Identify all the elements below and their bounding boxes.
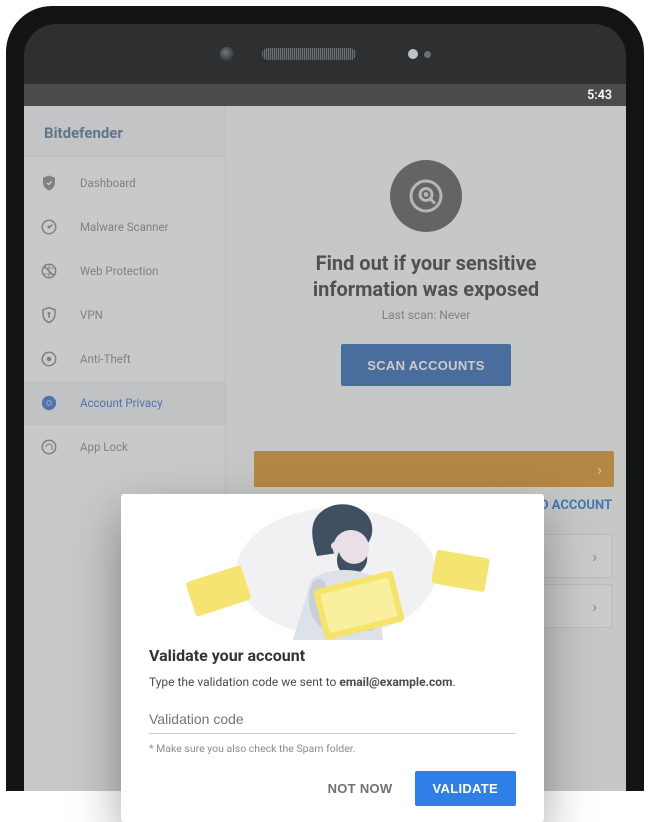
dialog-title: Validate your account xyxy=(149,646,516,665)
brand-title: Bitdefender xyxy=(24,106,225,157)
dialog-email: email@example.com xyxy=(339,675,452,689)
dialog-description: Type the validation code we sent to emai… xyxy=(149,675,516,689)
main-heading-line2: information was exposed xyxy=(313,277,539,301)
globe-blocked-icon xyxy=(40,262,58,280)
dialog-desc-prefix: Type the validation code we sent to xyxy=(149,675,339,689)
chevron-right-icon: › xyxy=(592,547,597,566)
dialog-illustration xyxy=(121,494,544,640)
sidebar-item-account-privacy[interactable]: Account Privacy xyxy=(24,381,225,425)
sidebar-item-label: Web Protection xyxy=(80,264,158,278)
scan-accounts-button[interactable]: SCAN ACCOUNTS xyxy=(341,344,511,386)
radar-icon xyxy=(40,218,58,236)
main-heading: Find out if your sensitive information w… xyxy=(313,250,539,302)
sidebar-item-malware-scanner[interactable]: Malware Scanner xyxy=(24,205,225,249)
location-pin-icon xyxy=(40,350,58,368)
device-camera xyxy=(220,47,234,61)
validate-button[interactable]: VALIDATE xyxy=(415,771,516,806)
chevron-right-icon: › xyxy=(592,597,597,616)
sidebar-item-vpn[interactable]: VPN xyxy=(24,293,225,337)
device-speaker xyxy=(262,48,356,60)
validate-account-dialog: Validate your account Type the validatio… xyxy=(121,494,544,822)
last-scan-text: Last scan: Never xyxy=(382,308,471,322)
sidebar-item-app-lock[interactable]: App Lock xyxy=(24,425,225,469)
shield-key-icon xyxy=(40,306,58,324)
eye-scan-icon xyxy=(40,394,58,412)
sidebar-item-web-protection[interactable]: Web Protection xyxy=(24,249,225,293)
sidebar-item-dashboard[interactable]: Dashboard xyxy=(24,161,225,205)
sidebar-item-label: VPN xyxy=(80,308,103,322)
sidebar-item-label: Account Privacy xyxy=(80,396,163,410)
account-privacy-hero-icon xyxy=(390,160,462,232)
not-now-button[interactable]: NOT NOW xyxy=(316,771,405,806)
dialog-desc-suffix: . xyxy=(452,675,455,689)
notification-banner[interactable]: › xyxy=(254,451,614,487)
sidebar-item-label: Dashboard xyxy=(80,176,136,190)
fingerprint-icon xyxy=(40,438,58,456)
sidebar-item-label: App Lock xyxy=(80,440,128,454)
dialog-hint: * Make sure you also check the Spam fold… xyxy=(149,742,516,755)
status-time: 5:43 xyxy=(587,88,612,103)
chevron-right-icon: › xyxy=(597,460,602,479)
validation-code-input[interactable] xyxy=(149,707,516,734)
status-bar: 5:43 xyxy=(24,84,626,106)
sidebar-item-anti-theft[interactable]: Anti-Theft xyxy=(24,337,225,381)
sidebar-item-label: Anti-Theft xyxy=(80,352,131,366)
dialog-actions: NOT NOW VALIDATE xyxy=(149,771,516,806)
shield-check-icon xyxy=(40,174,58,192)
device-indicator-dots xyxy=(408,49,431,59)
sidebar-nav: Dashboard Malware Scanner xyxy=(24,157,225,469)
main-heading-line1: Find out if your sensitive xyxy=(316,251,537,275)
sidebar-item-label: Malware Scanner xyxy=(80,220,169,234)
